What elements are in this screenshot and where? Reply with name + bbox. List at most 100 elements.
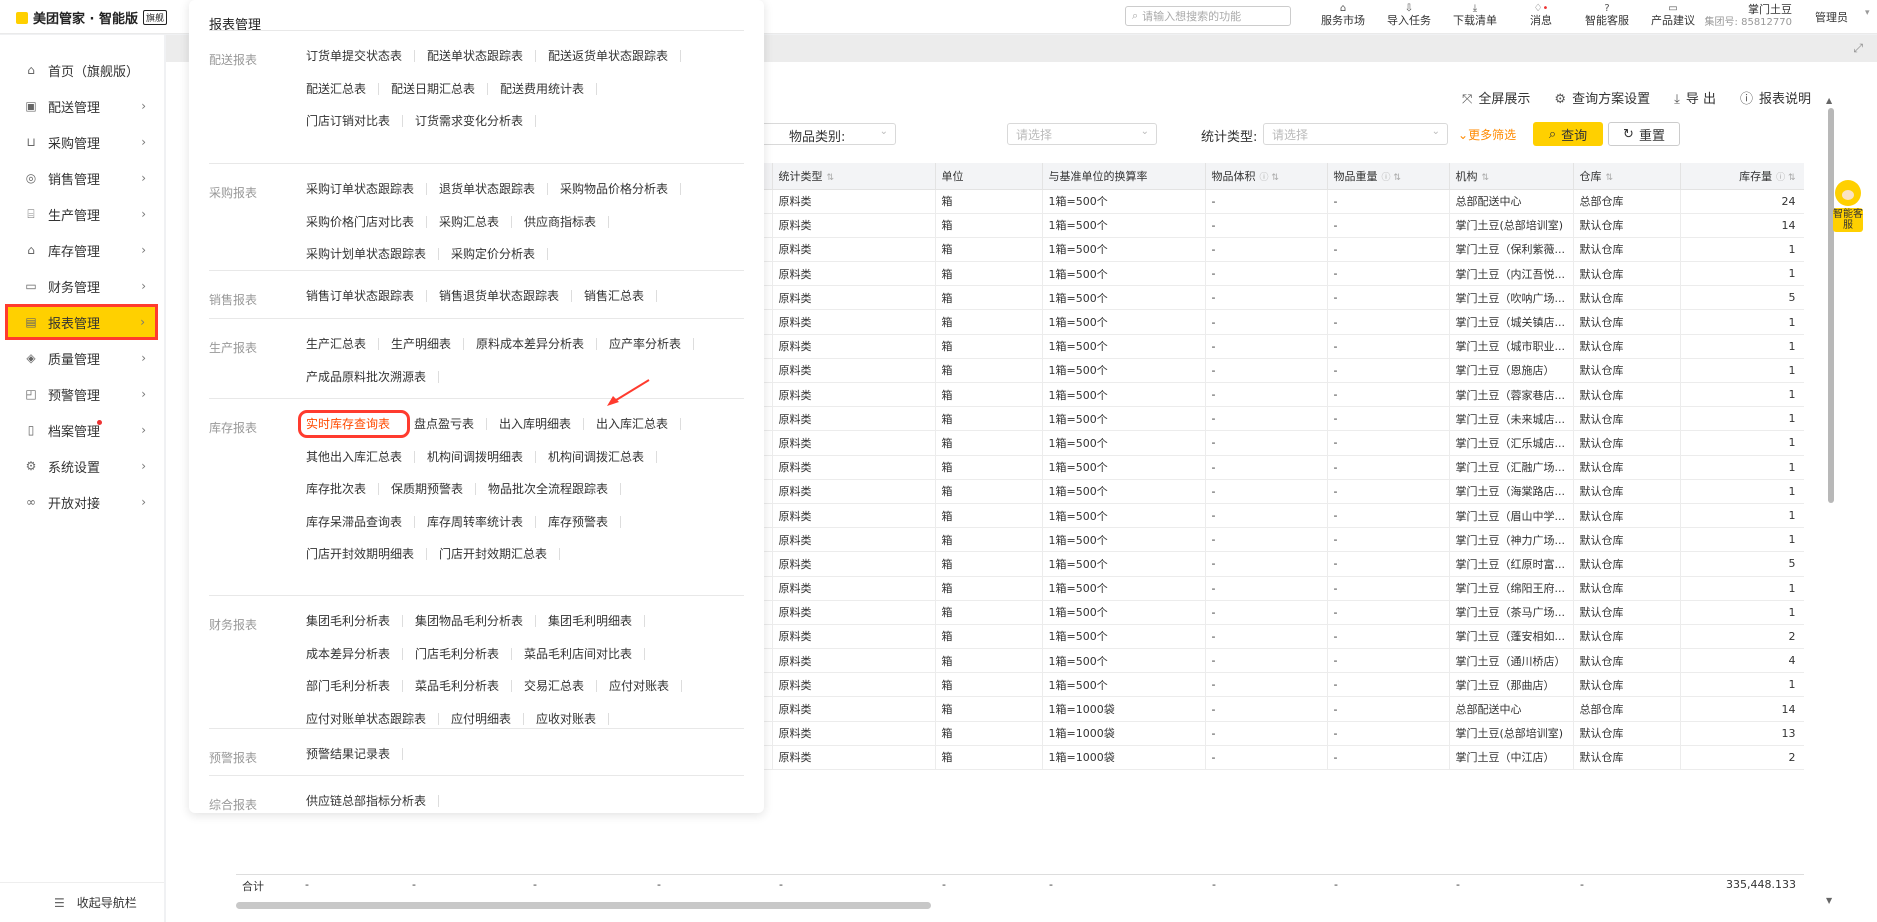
scroll-down-icon[interactable]: ▼ <box>1826 896 1832 905</box>
column-header[interactable]: 库存量 ⓘ ⇅ <box>1680 163 1804 190</box>
app-logo[interactable]: 美团管家 · 智能版 旗舰 <box>16 8 168 27</box>
report-link[interactable]: 采购订单状态跟踪表 <box>306 183 428 196</box>
product-suggestion-button[interactable]: ▭ 产品建议 <box>1640 2 1706 27</box>
report-link[interactable]: 配送返货单状态跟踪表 <box>548 50 682 63</box>
sidebar-item-inventory[interactable]: ⌂ 库存管理 › <box>0 232 164 268</box>
smart-assistant-widget[interactable]: 智能客服 <box>1833 180 1863 240</box>
report-link[interactable]: 交易汇总表 <box>524 680 598 693</box>
report-link[interactable]: 采购价格门店对比表 <box>306 215 428 228</box>
report-link[interactable]: 产成品原料批次溯源表 <box>306 370 440 383</box>
report-link[interactable]: 生产汇总表 <box>306 338 380 351</box>
fullscreen-button[interactable]: ⤧ 全屏展示 <box>1462 88 1530 107</box>
report-link[interactable]: 菜品毛利分析表 <box>415 680 513 693</box>
report-link[interactable]: 库存预警表 <box>548 515 622 528</box>
sidebar-item-purchase[interactable]: ⊔ 采购管理 › <box>0 124 164 160</box>
report-link[interactable]: 采购定价分析表 <box>451 248 549 261</box>
report-link[interactable]: 集团毛利分析表 <box>306 615 404 628</box>
report-help-button[interactable]: ⓘ 报表说明 <box>1740 88 1811 107</box>
sidebar-item-finance[interactable]: ▭ 财务管理 › <box>0 268 164 304</box>
report-link[interactable]: 菜品毛利店间对比表 <box>524 647 646 660</box>
stat-type-select[interactable]: 请选择 ⌄ <box>1263 123 1448 145</box>
report-link[interactable]: 库存周转率统计表 <box>427 515 537 528</box>
report-link[interactable]: 其他出入库汇总表 <box>306 450 416 463</box>
export-button[interactable]: ⤓ 导 出 <box>1674 88 1716 107</box>
report-link[interactable]: 订货单提交状态表 <box>306 50 416 63</box>
report-link[interactable]: 供应链总部指标分析表 <box>306 795 440 808</box>
sidebar-item-quality[interactable]: ◈ 质量管理 › <box>0 340 164 376</box>
report-link[interactable]: 原料成本差异分析表 <box>476 338 598 351</box>
report-link[interactable]: 采购物品价格分析表 <box>560 183 682 196</box>
report-link[interactable]: 销售退货单状态跟踪表 <box>439 290 573 303</box>
role-switcher[interactable]: 管理员 <box>1815 9 1848 25</box>
sidebar-item-sales[interactable]: ◎ 销售管理 › <box>0 160 164 196</box>
sidebar-item-delivery[interactable]: ▣ 配送管理 › <box>0 88 164 124</box>
report-link[interactable]: 销售订单状态跟踪表 <box>306 290 428 303</box>
column-header[interactable]: 统计类型 ⇅ <box>772 163 936 190</box>
sidebar-item-archive[interactable]: ▯ 档案管理 › <box>0 412 164 448</box>
report-link[interactable]: 门店订销对比表 <box>306 115 404 128</box>
report-link[interactable]: 盘点盈亏表 <box>414 418 488 431</box>
report-link[interactable]: 应付明细表 <box>451 712 525 725</box>
report-link[interactable]: 应收对账表 <box>536 712 610 725</box>
report-link[interactable]: 集团物品毛利分析表 <box>415 615 537 628</box>
column-header[interactable]: 机构 ⇅ <box>1449 163 1574 190</box>
user-info[interactable]: 掌门土豆 集团号: 85812770 <box>1700 3 1792 29</box>
report-link[interactable]: 生产明细表 <box>391 338 465 351</box>
more-filters-link[interactable]: ⌄更多筛选 <box>1458 126 1516 143</box>
collapse-nav-button[interactable]: ☰ 收起导航栏 <box>0 882 164 922</box>
message-button[interactable]: ♢• 消息 <box>1508 2 1574 27</box>
report-link[interactable]: 机构间调拨汇总表 <box>548 450 658 463</box>
report-link[interactable]: 应产率分析表 <box>609 338 695 351</box>
chevron-down-icon[interactable]: ▾ <box>1865 8 1870 18</box>
vertical-scrollbar[interactable] <box>1828 108 1834 503</box>
function-search-input[interactable]: ⌕ 请输入想搜索的功能 <box>1125 6 1291 26</box>
report-link[interactable]: 应付对账单状态跟踪表 <box>306 712 440 725</box>
report-link[interactable]: 采购计划单状态跟踪表 <box>306 248 440 261</box>
horizontal-scrollbar[interactable] <box>236 902 931 909</box>
import-task-button[interactable]: ⇩ 导入任务 <box>1376 2 1442 27</box>
report-link[interactable]: 库存批次表 <box>306 483 380 496</box>
report-link[interactable]: 订货需求变化分析表 <box>415 115 537 128</box>
scroll-up-icon[interactable]: ▲ <box>1826 96 1832 105</box>
column-header[interactable]: 仓库 ⇅ <box>1573 163 1681 190</box>
sidebar-item-production[interactable]: ⌸ 生产管理 › <box>0 196 164 232</box>
column-header[interactable]: 物品重量 ⓘ ⇅ <box>1327 163 1450 190</box>
reset-button[interactable]: ↻ 重置 <box>1608 122 1680 146</box>
report-link[interactable]: 物品批次全流程跟踪表 <box>488 483 622 496</box>
report-link[interactable]: 保质期预警表 <box>391 483 477 496</box>
report-link[interactable]: 成本差异分析表 <box>306 647 404 660</box>
report-link[interactable]: 退货单状态跟踪表 <box>439 183 549 196</box>
report-link[interactable]: 应付对账表 <box>609 680 683 693</box>
download-list-button[interactable]: ⤓ 下载清单 <box>1442 2 1508 27</box>
report-link[interactable]: 门店开封效期汇总表 <box>439 548 561 561</box>
report-link[interactable]: 门店毛利分析表 <box>415 647 513 660</box>
sidebar-item-open-api[interactable]: ∞ 开放对接 › <box>0 484 164 520</box>
sidebar-item-reports[interactable]: ▤ 报表管理 › <box>5 304 158 340</box>
query-button[interactable]: ⌕ 查询 <box>1533 122 1603 146</box>
smart-service-button[interactable]: ? 智能客服 <box>1574 2 1640 27</box>
report-link[interactable]: 出入库明细表 <box>499 418 585 431</box>
report-link[interactable]: 供应商指标表 <box>524 215 610 228</box>
report-link[interactable]: 销售汇总表 <box>584 290 658 303</box>
report-link[interactable]: 采购汇总表 <box>439 215 513 228</box>
report-link[interactable]: 配送费用统计表 <box>500 82 598 95</box>
report-link[interactable]: 部门毛利分析表 <box>306 680 404 693</box>
sidebar-item-settings[interactable]: ⚙ 系统设置 › <box>0 448 164 484</box>
report-link[interactable]: 预警结果记录表 <box>306 748 404 761</box>
category-select[interactable]: 请选择 ⌄ <box>1007 123 1157 145</box>
realtime-inventory-report-link[interactable]: 实时库存查询表 <box>297 410 411 439</box>
sidebar-item-home[interactable]: ⌂ 首页（旗舰版） <box>0 52 164 88</box>
service-market-button[interactable]: ⌂ 服务市场 <box>1310 2 1376 27</box>
report-link[interactable]: 出入库汇总表 <box>596 418 682 431</box>
report-link[interactable]: 配送单状态跟踪表 <box>427 50 537 63</box>
report-link[interactable]: 配送日期汇总表 <box>391 82 489 95</box>
sidebar-item-alert[interactable]: ◰ 预警管理 › <box>0 376 164 412</box>
report-link[interactable]: 集团毛利明细表 <box>548 615 646 628</box>
report-link[interactable]: 机构间调拨明细表 <box>427 450 537 463</box>
query-scheme-button[interactable]: ⚙ 查询方案设置 <box>1554 88 1650 107</box>
report-link[interactable]: 门店开封效期明细表 <box>306 548 428 561</box>
report-link[interactable]: 库存呆滞品查询表 <box>306 515 416 528</box>
expand-icon[interactable]: ⤢ <box>1853 41 1863 56</box>
column-header[interactable]: 物品体积 ⓘ ⇅ <box>1205 163 1328 190</box>
report-link[interactable]: 配送汇总表 <box>306 82 380 95</box>
